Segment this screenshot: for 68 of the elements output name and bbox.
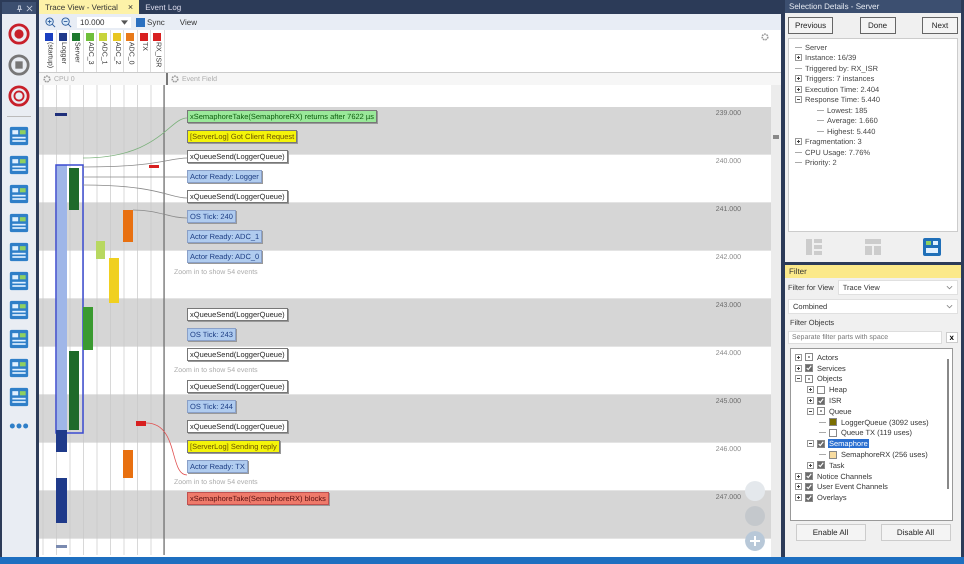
nav-button[interactable]: Previous <box>788 17 834 34</box>
tab[interactable]: Trace View - Vertical × <box>39 0 140 14</box>
sync-button[interactable]: Sync <box>136 18 165 26</box>
filter-button[interactable]: Enable All <box>796 524 866 541</box>
tab[interactable]: Event Log <box>139 0 188 14</box>
view-icon[interactable] <box>9 329 29 349</box>
zoom-out-icon[interactable] <box>61 16 72 28</box>
expander-icon[interactable] <box>807 462 814 469</box>
expander-icon[interactable] <box>795 375 802 382</box>
expander-icon[interactable] <box>795 54 802 62</box>
view-icon[interactable] <box>9 358 29 378</box>
zoom-in-icon[interactable] <box>45 16 56 28</box>
color-swatch[interactable] <box>829 428 837 437</box>
expander-icon[interactable] <box>807 397 814 404</box>
checkbox[interactable] <box>817 386 825 394</box>
view-icon[interactable] <box>9 387 29 407</box>
checkbox[interactable] <box>817 407 825 416</box>
expander-icon[interactable] <box>795 364 802 372</box>
dropdown-caret-icon[interactable] <box>121 20 128 24</box>
view-icon[interactable] <box>9 184 29 204</box>
expander-icon[interactable] <box>795 86 802 93</box>
view-icon[interactable] <box>9 271 29 291</box>
checkbox[interactable] <box>805 472 813 480</box>
nav-button[interactable]: Done <box>860 17 896 34</box>
checkbox[interactable] <box>805 374 813 383</box>
view-icon[interactable] <box>9 300 29 320</box>
snapshot-icon[interactable] <box>8 85 30 107</box>
nav-button[interactable]: Next <box>922 17 958 34</box>
view-icon[interactable] <box>9 126 29 146</box>
view-menu[interactable]: View <box>180 18 197 26</box>
record-icon[interactable] <box>8 23 30 45</box>
checkbox[interactable] <box>805 353 813 362</box>
expander-icon[interactable] <box>795 472 802 480</box>
expander-icon[interactable] <box>807 386 814 394</box>
pin-icon[interactable] <box>16 4 23 12</box>
panel-title: Selection Details - Server <box>785 0 961 13</box>
filter-button[interactable]: Disable All <box>880 524 950 541</box>
close-icon[interactable] <box>26 4 33 12</box>
expander-icon[interactable] <box>807 440 814 448</box>
settings-icon[interactable] <box>761 33 769 41</box>
layout-icon[interactable] <box>922 237 942 257</box>
scrollbar-thumb[interactable] <box>773 135 779 139</box>
expander-icon[interactable] <box>795 96 802 104</box>
color-swatch[interactable] <box>829 418 837 426</box>
zoom-dropdown[interactable]: 10.000 <box>77 16 131 28</box>
expander-icon[interactable] <box>795 75 802 82</box>
checkbox[interactable] <box>805 494 813 502</box>
expander-icon[interactable] <box>795 483 802 490</box>
expander-icon[interactable] <box>807 408 814 415</box>
view-icon[interactable] <box>9 242 29 262</box>
clear-button[interactable]: x <box>946 332 958 343</box>
stop-icon[interactable] <box>8 54 30 76</box>
chevron-down-icon[interactable] <box>946 304 953 309</box>
panel-title: Filter <box>785 265 961 278</box>
settings-icon[interactable] <box>171 75 179 83</box>
expander-icon[interactable] <box>795 354 802 361</box>
settings-icon[interactable] <box>43 75 51 83</box>
color-swatch[interactable] <box>829 450 837 459</box>
view-icon[interactable] <box>9 155 29 175</box>
checkbox[interactable] <box>817 396 825 405</box>
checkbox[interactable] <box>805 364 813 372</box>
view-icon[interactable] <box>9 213 29 233</box>
expander-icon[interactable] <box>795 138 802 146</box>
checkbox[interactable] <box>817 440 825 448</box>
checkbox[interactable] <box>817 461 825 470</box>
checkbox[interactable] <box>805 482 813 491</box>
expander-icon[interactable] <box>795 494 802 502</box>
chevron-down-icon[interactable] <box>946 285 953 290</box>
